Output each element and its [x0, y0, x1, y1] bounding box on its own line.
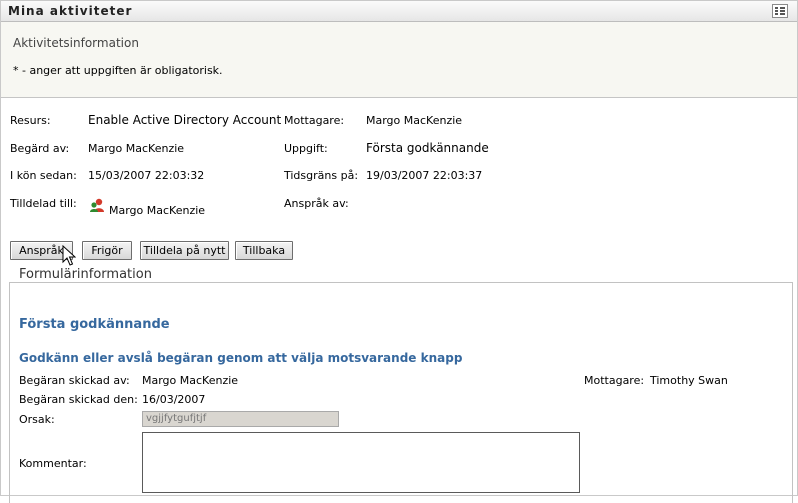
begard-value: Margo MacKenzie — [88, 142, 185, 155]
section-subtitle: Aktivitetsinformation — [13, 36, 139, 50]
uppgift-label: Uppgift: — [284, 142, 328, 155]
user-icon — [90, 198, 104, 212]
tidsgrans-value: 19/03/2007 22:03:37 — [366, 169, 483, 182]
title-bar: Mina aktiviteter — [1, 1, 797, 22]
ikon-value: 15/03/2007 22:03:32 — [88, 169, 205, 182]
back-button[interactable]: Tillbaka — [235, 241, 293, 260]
window-title: Mina aktiviteter — [8, 4, 133, 18]
reason-label: Orsak: — [19, 413, 55, 426]
uppgift-value: Första godkännande — [366, 141, 489, 155]
tidsgrans-label: Tidsgräns på: — [284, 169, 359, 182]
comment-textarea[interactable] — [142, 432, 580, 493]
reassign-button[interactable]: Tilldela på nytt — [140, 241, 229, 260]
sent-date-value: 16/03/2007 — [142, 393, 206, 406]
mouse-cursor-icon — [62, 245, 76, 266]
recipient-label: Mottagare: — [584, 374, 645, 387]
anspraksav-label: Anspråk av: — [284, 197, 349, 210]
form-title: Första godkännande — [19, 317, 170, 332]
list-icon[interactable] — [772, 4, 788, 18]
recipient-value: Timothy Swan — [650, 374, 728, 387]
mottagare-value: Margo MacKenzie — [366, 114, 463, 127]
sent-by-label: Begäran skickad av: — [19, 374, 130, 387]
required-note: * - anger att uppgiften är obligatorisk. — [13, 64, 223, 77]
sent-date-label: Begäran skickad den: — [19, 393, 138, 406]
release-button[interactable]: Frigör — [82, 241, 132, 260]
mottagare-label: Mottagare: — [284, 114, 345, 127]
resurs-value: Enable Active Directory Account — [88, 113, 282, 127]
resurs-label: Resurs: — [10, 114, 51, 127]
header-panel: Aktivitetsinformation * - anger att uppg… — [1, 22, 797, 98]
tilldelad-value: Margo MacKenzie — [109, 204, 206, 217]
begard-label: Begärd av: — [10, 142, 70, 155]
form-legend: Formulärinformation — [15, 267, 156, 282]
reason-field[interactable]: vgjjfytgufjtjf — [142, 411, 339, 427]
sent-by-value: Margo MacKenzie — [142, 374, 239, 387]
form-instruction: Godkänn eller avslå begäran genom att vä… — [19, 351, 463, 365]
tilldelad-label: Tilldelad till: — [10, 197, 77, 210]
comment-label: Kommentar: — [19, 457, 87, 470]
ikon-label: I kön sedan: — [10, 169, 77, 182]
